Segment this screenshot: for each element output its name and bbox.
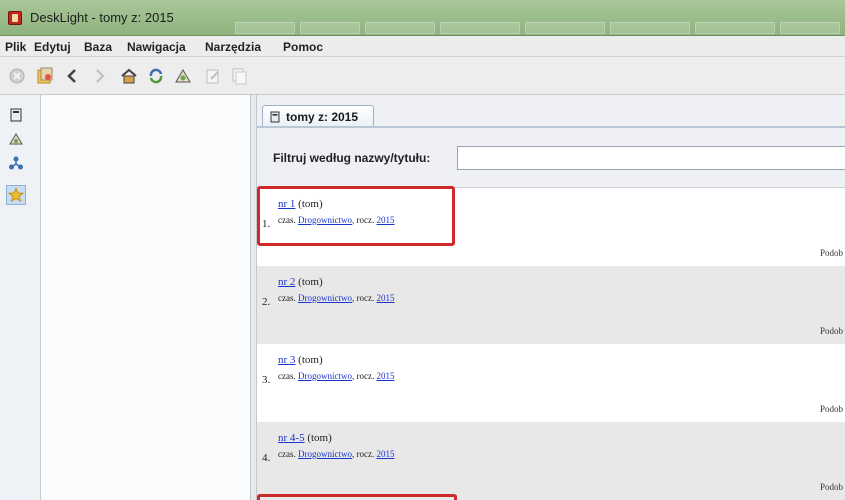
- year-link[interactable]: 2015: [377, 449, 395, 459]
- book-icon: [269, 111, 281, 123]
- similar-link[interactable]: Podob: [820, 248, 843, 258]
- main-area: tomy z: 2015 Filtruj według nazwy/tytułu…: [257, 95, 845, 500]
- year-link[interactable]: 2015: [377, 293, 395, 303]
- forward-icon[interactable]: [88, 65, 110, 87]
- item-title: nr 2 (tom): [278, 276, 323, 288]
- journal-link[interactable]: Drogownictwo: [298, 293, 352, 303]
- filter-label: Filtruj według nazwy/tytułu:: [273, 151, 431, 165]
- item-suffix: (tom): [295, 276, 323, 288]
- item-suffix: (tom): [304, 432, 332, 444]
- edit-icon[interactable]: [202, 65, 224, 87]
- list-item: 4. nr 4-5 (tom) czas. Drogownictwo, rocz…: [257, 422, 845, 500]
- background-tab: [235, 22, 295, 34]
- background-tab: [610, 22, 690, 34]
- open-icon[interactable]: [34, 65, 56, 87]
- menu-plik[interactable]: Plik: [5, 40, 26, 54]
- copy-icon[interactable]: [228, 65, 250, 87]
- item-link[interactable]: nr 4-5: [278, 432, 305, 444]
- journal-link[interactable]: Drogownictwo: [298, 449, 352, 459]
- background-tab: [525, 22, 605, 34]
- side-icon-strip: [0, 95, 41, 500]
- year-link[interactable]: 2015: [377, 371, 395, 381]
- highlight-box: [257, 494, 457, 500]
- window-title: DeskLight - tomy z: 2015: [30, 10, 174, 25]
- book-icon[interactable]: [6, 105, 26, 125]
- meta-prefix: czas.: [278, 293, 298, 303]
- item-number: 2.: [262, 296, 271, 308]
- menu-pomoc[interactable]: Pomoc: [283, 40, 323, 54]
- menu-baza[interactable]: Baza: [84, 40, 112, 54]
- title-bar: DeskLight - tomy z: 2015: [0, 0, 845, 36]
- tab-label: tomy z: 2015: [286, 109, 359, 124]
- item-meta: czas. Drogownictwo, rocz. 2015: [278, 449, 395, 459]
- menu-edytuj[interactable]: Edytuj: [34, 40, 71, 54]
- item-number: 4.: [262, 452, 271, 464]
- hat-icon[interactable]: [6, 129, 26, 149]
- results-list: 1. nr 1 (tom) czas. Drogownictwo, rocz. …: [257, 186, 845, 500]
- background-tab: [780, 22, 840, 34]
- similar-link[interactable]: Podob: [820, 326, 843, 336]
- background-tab: [365, 22, 435, 34]
- star-icon[interactable]: [6, 185, 26, 205]
- background-tab: [440, 22, 520, 34]
- back-icon[interactable]: [62, 65, 84, 87]
- item-suffix: (tom): [295, 354, 323, 366]
- item-link[interactable]: nr 2: [278, 276, 295, 288]
- highlight-box: [257, 186, 455, 246]
- stop-icon[interactable]: [6, 65, 28, 87]
- item-meta: czas. Drogownictwo, rocz. 2015: [278, 371, 395, 381]
- meta-mid: , rocz.: [352, 371, 377, 381]
- background-tab: [695, 22, 775, 34]
- navigation-panel: [41, 95, 251, 500]
- item-link[interactable]: nr 3: [278, 354, 295, 366]
- filter-input[interactable]: [457, 146, 845, 170]
- sync-icon[interactable]: [145, 65, 167, 87]
- menu-bar: Plik Edytuj Baza Nawigacja Narzędzia Pom…: [0, 36, 845, 57]
- menu-nawigacja[interactable]: Nawigacja: [127, 40, 186, 54]
- network-icon[interactable]: [6, 153, 26, 173]
- tab-underline: [257, 126, 845, 128]
- item-title: nr 3 (tom): [278, 354, 323, 366]
- list-item: 2. nr 2 (tom) czas. Drogownictwo, rocz. …: [257, 266, 845, 344]
- background-tab: [300, 22, 360, 34]
- journal-link[interactable]: Drogownictwo: [298, 371, 352, 381]
- meta-prefix: czas.: [278, 371, 298, 381]
- home-icon[interactable]: [118, 65, 140, 87]
- search-hat-icon[interactable]: [172, 65, 194, 87]
- similar-link[interactable]: Podob: [820, 482, 843, 492]
- list-item: 3. nr 3 (tom) czas. Drogownictwo, rocz. …: [257, 344, 845, 422]
- app-icon: [8, 11, 22, 25]
- item-title: nr 4-5 (tom): [278, 432, 332, 444]
- toolbar: [0, 57, 845, 95]
- similar-link[interactable]: Podob: [820, 404, 843, 414]
- item-meta: czas. Drogownictwo, rocz. 2015: [278, 293, 395, 303]
- meta-mid: , rocz.: [352, 293, 377, 303]
- menu-narzedzia[interactable]: Narzędzia: [205, 40, 261, 54]
- meta-mid: , rocz.: [352, 449, 377, 459]
- meta-prefix: czas.: [278, 449, 298, 459]
- item-number: 3.: [262, 374, 271, 386]
- tab-tomy[interactable]: tomy z: 2015: [262, 105, 374, 127]
